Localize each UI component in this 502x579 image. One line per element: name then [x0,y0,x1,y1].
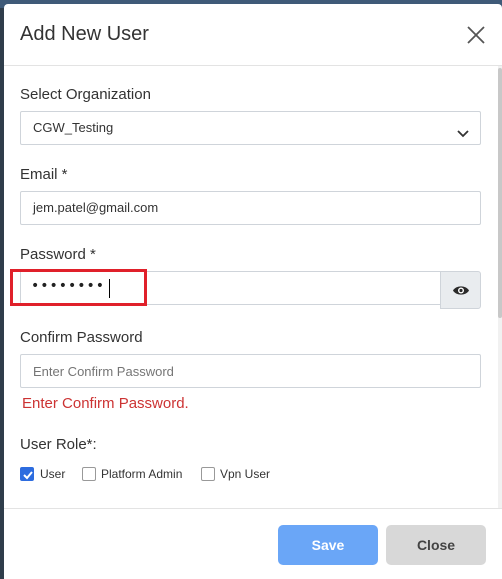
check-icon [23,471,33,480]
email-label: Email * [20,166,68,183]
user-role-platform-admin-checkbox[interactable] [82,467,96,481]
user-role-platform-admin-label[interactable]: Platform Admin [101,467,182,481]
email-value: jem.patel@gmail.com [33,200,159,215]
user-role-user-label[interactable]: User [40,467,65,481]
email-field[interactable]: jem.patel@gmail.com [20,191,481,225]
password-label: Password * [20,246,96,263]
user-role-vpn-user-checkbox[interactable] [201,467,215,481]
footer-divider [4,508,502,509]
user-role-user-checkbox[interactable] [20,467,34,481]
organization-select[interactable]: CGW_Testing [20,111,481,145]
close-button[interactable]: Close [386,525,486,565]
user-role-vpn-user-label[interactable]: Vpn User [220,467,270,481]
password-masked-value: •••••••• [31,278,106,294]
close-icon[interactable] [465,24,487,46]
chevron-down-icon[interactable] [456,129,470,139]
show-password-button[interactable] [440,271,481,309]
user-role-options: User Platform Admin Vpn User [20,467,490,483]
confirm-password-field[interactable] [20,354,481,388]
modal-header: Add New User [4,4,502,66]
modal-title: Add New User [20,23,149,45]
user-role-label: User Role*: [20,436,97,453]
organization-label: Select Organization [20,86,151,103]
save-button[interactable]: Save [278,525,378,565]
modal-scrollbar-thumb[interactable] [498,68,502,318]
add-user-modal: Add New User Select Organization CGW_Tes… [4,4,502,579]
password-field[interactable]: •••••••• [20,271,440,305]
eye-icon [453,286,469,295]
confirm-password-label: Confirm Password [20,329,143,346]
organization-selected-value: CGW_Testing [33,120,114,135]
confirm-password-error: Enter Confirm Password. [22,395,189,412]
text-caret [109,279,110,298]
